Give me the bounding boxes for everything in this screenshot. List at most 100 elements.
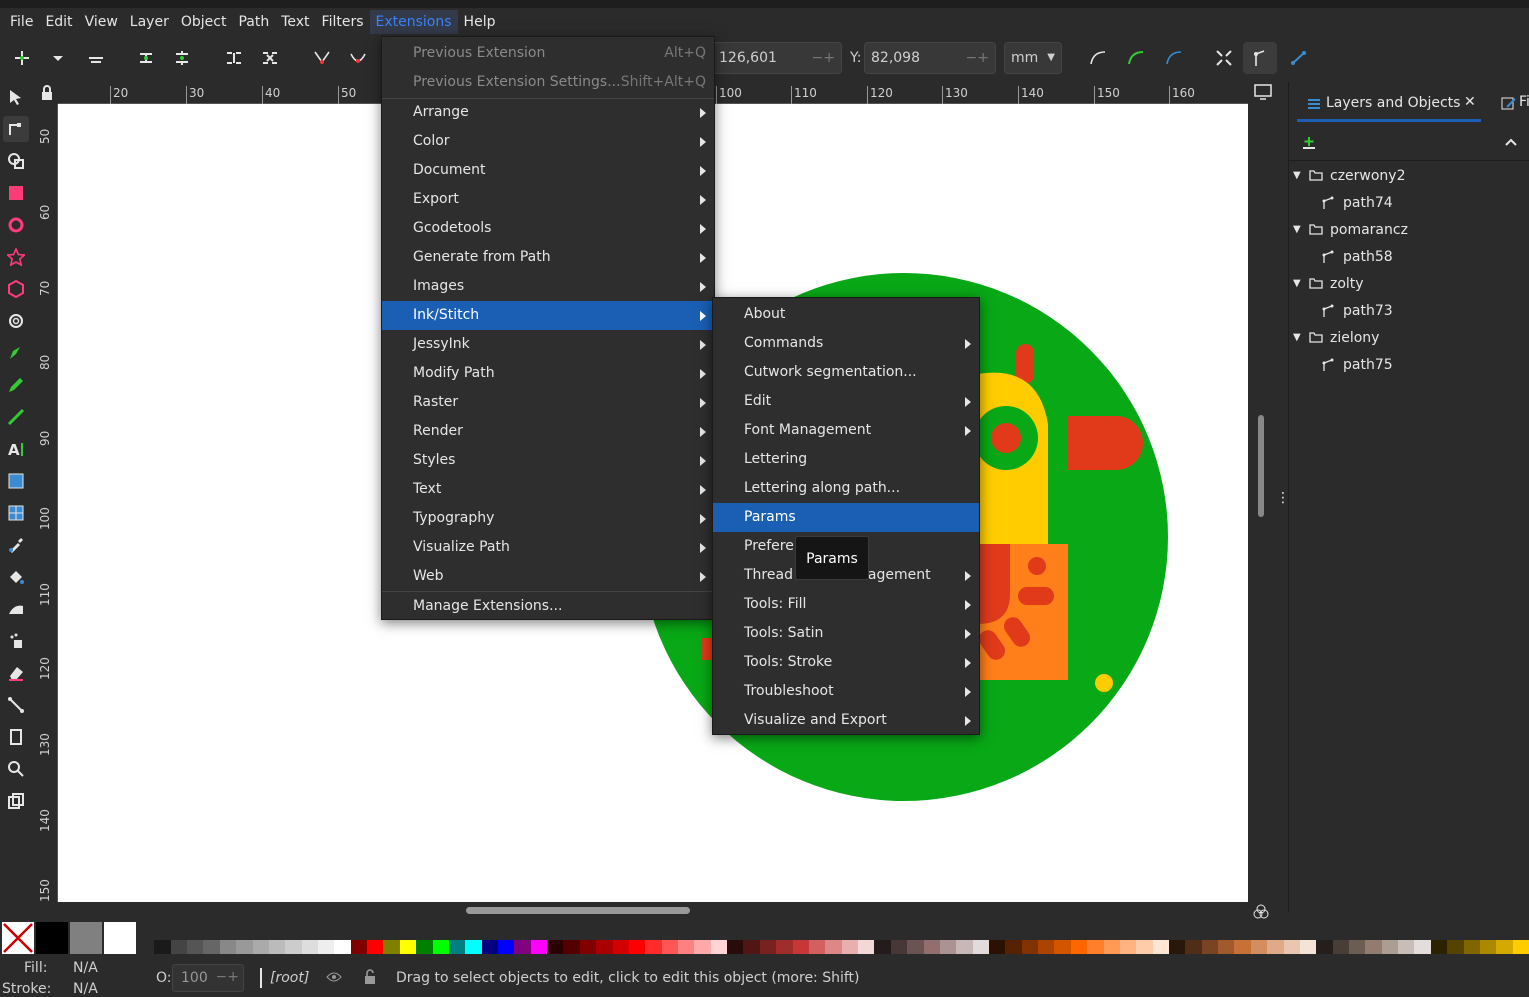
palette-swatch[interactable] <box>1316 940 1334 954</box>
unlock-icon[interactable] <box>364 969 376 985</box>
menu-item-jessyink[interactable]: JessyInk <box>382 330 714 359</box>
menu-item-about[interactable]: About <box>713 300 979 329</box>
palette-swatch[interactable] <box>743 940 761 954</box>
palette-swatch[interactable] <box>448 940 466 954</box>
show-path-outline-icon[interactable] <box>1289 48 1309 68</box>
palette-swatch[interactable] <box>219 940 237 954</box>
menu-item-previous-extension[interactable]: Previous Extension Alt+Q <box>382 39 714 68</box>
menu-edit[interactable]: Edit <box>39 10 78 34</box>
palette-swatch[interactable] <box>1185 940 1203 954</box>
palette-swatch[interactable] <box>1332 940 1350 954</box>
calligraphy-tool-icon[interactable] <box>7 408 25 426</box>
tweak-tool-icon[interactable] <box>7 600 25 618</box>
display-mode-icon[interactable] <box>1254 84 1272 100</box>
rectangle-tool-icon[interactable] <box>7 184 25 202</box>
expand-arrow-icon[interactable]: ▼ <box>1293 271 1301 297</box>
menu-item-lettering-along-path[interactable]: Lettering along path... <box>713 474 979 503</box>
menu-item-text[interactable]: Text <box>382 475 714 504</box>
fill-stroke-tab-icon[interactable] <box>1501 97 1517 111</box>
text-tool-icon[interactable]: A <box>7 440 25 458</box>
palette-swatch[interactable] <box>399 940 417 954</box>
palette-swatch[interactable] <box>481 940 499 954</box>
palette-swatch[interactable] <box>972 940 990 954</box>
palette-swatch[interactable] <box>661 940 679 954</box>
palette-swatch[interactable] <box>1021 940 1039 954</box>
palette-swatch[interactable] <box>547 940 565 954</box>
palette-swatch[interactable] <box>268 940 286 954</box>
x-coordinate-input[interactable]: 126,601 −+ <box>712 42 842 74</box>
palette-swatch[interactable] <box>1283 940 1301 954</box>
palette-swatch[interactable] <box>498 940 516 954</box>
expand-arrow-icon[interactable]: ▼ <box>1293 217 1301 243</box>
tab-fill-stroke-label[interactable]: Fi <box>1519 94 1529 110</box>
menu-path[interactable]: Path <box>232 10 275 34</box>
layer-row[interactable]: ▼ pomarancz <box>1289 217 1529 243</box>
menu-item-params[interactable]: Params <box>713 503 979 532</box>
menu-item-troubleshoot[interactable]: Troubleshoot <box>713 677 979 706</box>
menu-item-edit[interactable]: Edit <box>713 387 979 416</box>
palette-swatch[interactable] <box>710 940 728 954</box>
stroke-to-path-icon[interactable] <box>1126 48 1146 68</box>
menu-extensions[interactable]: Extensions <box>369 10 458 34</box>
red-beak[interactable] <box>1068 416 1143 470</box>
swatch-white[interactable] <box>104 922 136 954</box>
expand-arrow-icon[interactable]: ▼ <box>1293 163 1301 189</box>
palette-swatch[interactable] <box>612 940 630 954</box>
palette-swatch[interactable] <box>776 940 794 954</box>
palette-swatch[interactable] <box>285 940 303 954</box>
menu-view[interactable]: View <box>79 10 124 34</box>
menu-item-images[interactable]: Images <box>382 272 714 301</box>
palette-swatch[interactable] <box>1038 940 1056 954</box>
add-node-icon[interactable] <box>12 48 32 68</box>
no-paint-swatch[interactable] <box>2 922 34 954</box>
palette-swatch[interactable] <box>1398 940 1416 954</box>
menu-item-previous-extension-settings[interactable]: Previous Extension Settings... Shift+Alt+… <box>382 68 714 97</box>
object-row[interactable]: path73 <box>1289 298 1529 324</box>
layer-row[interactable]: ▼ czerwony2 <box>1289 163 1529 189</box>
ellipse-tool-icon[interactable] <box>7 216 25 234</box>
palette-swatch[interactable] <box>1119 940 1137 954</box>
palette-swatch[interactable] <box>596 940 614 954</box>
spray-tool-icon[interactable] <box>7 632 25 650</box>
palette-swatch[interactable] <box>367 940 385 954</box>
menu-item-web[interactable]: Web <box>382 562 714 591</box>
menu-item-tools-satin[interactable]: Tools: Satin <box>713 619 979 648</box>
selector-tool-icon[interactable] <box>7 88 25 106</box>
palette-swatch[interactable] <box>1512 940 1529 954</box>
paint-bucket-icon[interactable] <box>7 568 25 586</box>
palette-swatch[interactable] <box>563 940 581 954</box>
palette-swatch[interactable] <box>334 940 352 954</box>
palette-swatch[interactable] <box>694 940 712 954</box>
palette-swatch[interactable] <box>203 940 221 954</box>
tab-layers-and-objects[interactable]: Layers and Objects ✕ <box>1297 84 1481 122</box>
palette-swatch[interactable] <box>628 940 646 954</box>
opacity-input[interactable]: 100 −+ <box>172 964 244 992</box>
menu-file[interactable]: File <box>4 10 39 34</box>
palette-swatch[interactable] <box>890 940 908 954</box>
palette-swatch[interactable] <box>530 940 548 954</box>
palette-swatch[interactable] <box>1054 940 1072 954</box>
palette-swatch[interactable] <box>792 940 810 954</box>
star-tool-icon[interactable] <box>7 248 25 266</box>
menu-item-raster[interactable]: Raster <box>382 388 714 417</box>
zoom-tool-icon[interactable] <box>7 760 25 778</box>
palette-swatch[interactable] <box>383 940 401 954</box>
3d-box-tool-icon[interactable] <box>7 280 25 298</box>
dropper-tool-icon[interactable] <box>7 536 25 554</box>
current-layer[interactable]: [root] <box>270 970 309 986</box>
palette-swatch[interactable] <box>1201 940 1219 954</box>
join-segment-icon[interactable] <box>224 48 244 68</box>
palette-swatch[interactable] <box>1381 940 1399 954</box>
palette-swatch[interactable] <box>1087 940 1105 954</box>
palette-swatch[interactable] <box>907 940 925 954</box>
menu-layer[interactable]: Layer <box>124 10 175 34</box>
menu-item-cutwork-segmentation[interactable]: Cutwork segmentation... <box>713 358 979 387</box>
menu-item-visualize-and-export[interactable]: Visualize and Export <box>713 706 979 735</box>
layer-row[interactable]: ▼ zielony <box>1289 325 1529 351</box>
palette-swatch[interactable] <box>1430 940 1448 954</box>
swatch-gray[interactable] <box>70 922 102 954</box>
red-eye[interactable] <box>991 423 1021 453</box>
vertical-scrollbar[interactable] <box>1258 415 1264 517</box>
red-pill[interactable] <box>1018 587 1054 605</box>
palette-swatch[interactable] <box>1447 940 1465 954</box>
